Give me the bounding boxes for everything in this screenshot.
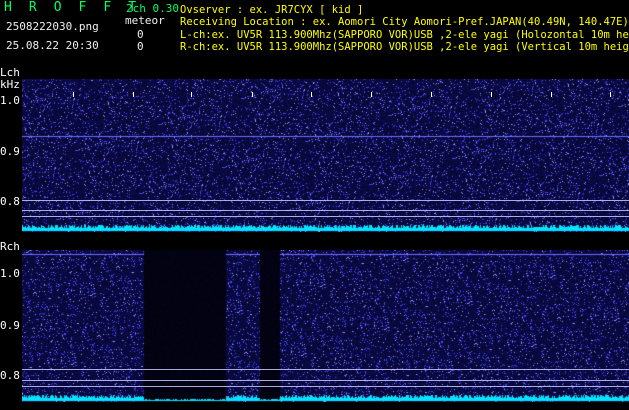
lch-marker-line-1 <box>22 200 629 201</box>
lch-marker-line-2 <box>22 210 629 211</box>
meteor-count-rch: 0 <box>137 40 144 53</box>
time-tick-mark <box>73 92 74 97</box>
filename-label: 2508222030.png <box>6 20 99 33</box>
time-tick-mark <box>252 92 253 97</box>
location-line: Receiving Location : ex. Aomori City Aom… <box>180 16 629 28</box>
time-tick-mark <box>371 92 372 97</box>
rch-marker-line-2 <box>22 380 629 381</box>
time-tick-mark <box>610 92 611 97</box>
rch-ytick-1: 1.0 <box>0 267 20 280</box>
app-title: H R O F F T <box>4 0 141 15</box>
time-tick-mark <box>551 92 552 97</box>
lch-ytick-3: 0.8 <box>0 195 20 208</box>
time-tick-mark <box>491 92 492 97</box>
datetime-label: 25.08.22 20:30 <box>6 39 99 52</box>
lch-ytick-1: 1.0 <box>0 94 20 107</box>
lch-unit-label: kHz <box>0 78 20 91</box>
lch-ytick-2: 0.9 <box>0 145 20 158</box>
time-tick-mark <box>431 92 432 97</box>
time-tick-mark <box>191 92 192 97</box>
meteor-label: meteor <box>125 14 165 27</box>
time-tick-mark <box>133 92 134 97</box>
observer-line: Ovserver : ex. JR7CYX [ kid ] <box>180 4 364 16</box>
rch-info-line: R-ch:ex. UV5R 113.900Mhz(SAPPORO VOR)USB… <box>180 41 629 53</box>
lch-spectrogram <box>22 79 629 232</box>
lch-marker-line-3 <box>22 216 629 217</box>
rch-label: Rch <box>0 240 20 253</box>
rch-spectrogram <box>22 250 629 402</box>
rch-marker-line-1 <box>22 369 629 370</box>
rch-ytick-2: 0.9 <box>0 319 20 332</box>
lch-info-line: L-ch:ex. UV5R 113.900Mhz(SAPPORO VOR)USB… <box>180 29 629 41</box>
rch-ytick-3: 0.8 <box>0 369 20 382</box>
rch-marker-line-3 <box>22 386 629 387</box>
time-tick-mark <box>311 92 312 97</box>
